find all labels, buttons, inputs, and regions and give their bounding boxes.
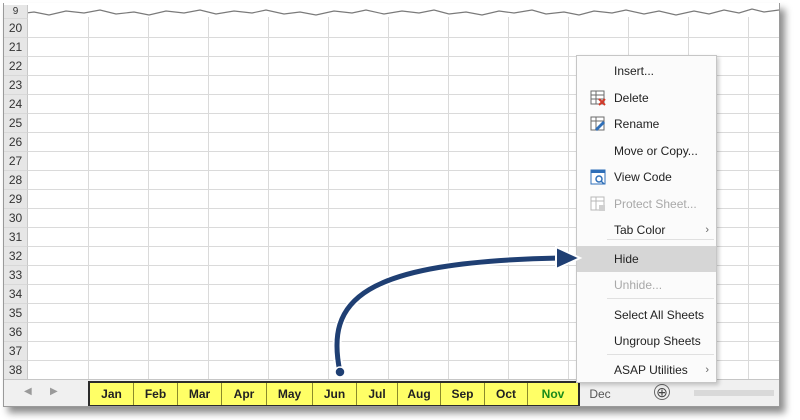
add-sheet-button[interactable]: ⊕: [654, 384, 670, 400]
row-header[interactable]: 32: [4, 247, 28, 266]
sheet-tab-oct[interactable]: Oct: [485, 383, 528, 405]
menu-item-label: Unhide...: [614, 278, 663, 292]
row-header[interactable]: 38: [4, 361, 28, 380]
menu-item-label: Select All Sheets: [614, 308, 705, 322]
gridline: [568, 17, 569, 379]
sheet-tab-feb[interactable]: Feb: [134, 383, 178, 405]
menu-item-label: Hide: [614, 252, 639, 266]
gridline: [28, 37, 779, 38]
sheet-tabs-highlight: Jan Feb Mar Apr May Jun Jul Aug Sep Oct Nov: [88, 381, 580, 406]
row-header[interactable]: 25: [4, 114, 28, 133]
row-header[interactable]: 26: [4, 133, 28, 152]
row-header[interactable]: 28: [4, 171, 28, 190]
row-header[interactable]: 23: [4, 76, 28, 95]
menu-item-label: Protect Sheet...: [614, 197, 697, 211]
row-header[interactable]: 24: [4, 95, 28, 114]
gridline: [328, 17, 329, 379]
gridline: [148, 17, 149, 379]
row-header[interactable]: 21: [4, 38, 28, 57]
sheet-tab-jul[interactable]: Jul: [357, 383, 398, 405]
chevron-right-icon: ›: [705, 364, 709, 376]
menu-item-hide[interactable]: Hide: [577, 246, 716, 272]
gridline: [268, 17, 269, 379]
menu-item-label: Delete: [614, 91, 649, 105]
menu-item-unhide: Unhide...: [577, 276, 716, 294]
sheet-tab-nov[interactable]: Nov: [528, 383, 578, 405]
delete-sheet-icon: [590, 90, 606, 106]
sheet-tab-jan[interactable]: Jan: [90, 383, 134, 405]
menu-item-ungroup-sheets[interactable]: Ungroup Sheets: [577, 332, 716, 350]
menu-item-label: Ungroup Sheets: [614, 334, 701, 348]
row-header[interactable]: 29: [4, 190, 28, 209]
menu-item-label: Move or Copy...: [614, 144, 698, 158]
torn-paper-edge: [4, 3, 779, 16]
row-header[interactable]: 36: [4, 323, 28, 342]
gridline: [448, 17, 449, 379]
menu-item-tab-color[interactable]: Tab Color ›: [577, 221, 716, 239]
menu-item-label: View Code: [614, 170, 672, 184]
menu-item-select-all-sheets[interactable]: Select All Sheets: [577, 306, 716, 324]
sheet-tab-may[interactable]: May: [267, 383, 313, 405]
gridline: [748, 17, 749, 379]
sheet-tab-apr[interactable]: Apr: [222, 383, 267, 405]
excel-window: 9 20 21 22 23 24 25 26 27 28 29 30 31 32 33 34 35 36 37 38…: [3, 3, 780, 407]
row-header[interactable]: 27: [4, 152, 28, 171]
menu-item-label: Tab Color: [614, 223, 666, 237]
menu-item-move-or-copy[interactable]: Move or Copy...: [577, 142, 716, 160]
row-header[interactable]: 37: [4, 342, 28, 361]
context-menu: Insert... Delete Rename Move or Copy... View…: [576, 55, 717, 383]
left-triangle-icon[interactable]: ◀: [24, 386, 32, 397]
chevron-right-icon: ›: [705, 224, 709, 236]
row-header[interactable]: 30: [4, 209, 28, 228]
sheet-tab-aug[interactable]: Aug: [398, 383, 441, 405]
row-header[interactable]: 34: [4, 285, 28, 304]
sheet-tab-sep[interactable]: Sep: [441, 383, 485, 405]
rename-sheet-icon: [590, 116, 606, 132]
menu-item-label: Insert...: [614, 64, 655, 78]
tab-scrollbar[interactable]: [694, 390, 774, 396]
right-triangle-icon[interactable]: ▶: [50, 386, 58, 397]
gridline: [388, 17, 389, 379]
menu-item-view-code[interactable]: View Code: [577, 168, 716, 186]
menu-item-label: ASAP Utilities: [614, 363, 688, 377]
row-header[interactable]: 22: [4, 57, 28, 76]
menu-item-label: Rename: [614, 117, 660, 131]
menu-item-protect-sheet: Protect Sheet...: [577, 195, 716, 213]
protect-sheet-icon: [590, 196, 606, 212]
sheet-tab-bar: ◀ ▶ Jan Feb Mar Apr May Jun Jul Aug Sep Oct Nov De…: [4, 379, 779, 406]
menu-item-rename[interactable]: Rename: [577, 115, 716, 133]
menu-separator: [607, 354, 714, 355]
row-header[interactable]: 35: [4, 304, 28, 323]
sheet-tab-jun[interactable]: Jun: [313, 383, 357, 405]
row-header[interactable]: 33: [4, 266, 28, 285]
sheet-tab-dec[interactable]: Dec: [585, 383, 615, 405]
row-header[interactable]: 20: [4, 19, 28, 38]
menu-separator: [607, 239, 714, 240]
row-header[interactable]: 31: [4, 228, 28, 247]
gridline: [208, 17, 209, 379]
row-header-partial: 9: [4, 5, 28, 19]
menu-item-insert[interactable]: Insert...: [577, 62, 716, 80]
menu-item-delete[interactable]: Delete: [577, 89, 716, 107]
gridline: [508, 17, 509, 379]
sheet-tab-mar[interactable]: Mar: [178, 383, 222, 405]
menu-separator: [607, 298, 714, 299]
view-code-icon: [590, 169, 606, 185]
menu-item-asap-utilities[interactable]: ASAP Utilities ›: [577, 361, 716, 379]
gridline: [88, 17, 89, 379]
